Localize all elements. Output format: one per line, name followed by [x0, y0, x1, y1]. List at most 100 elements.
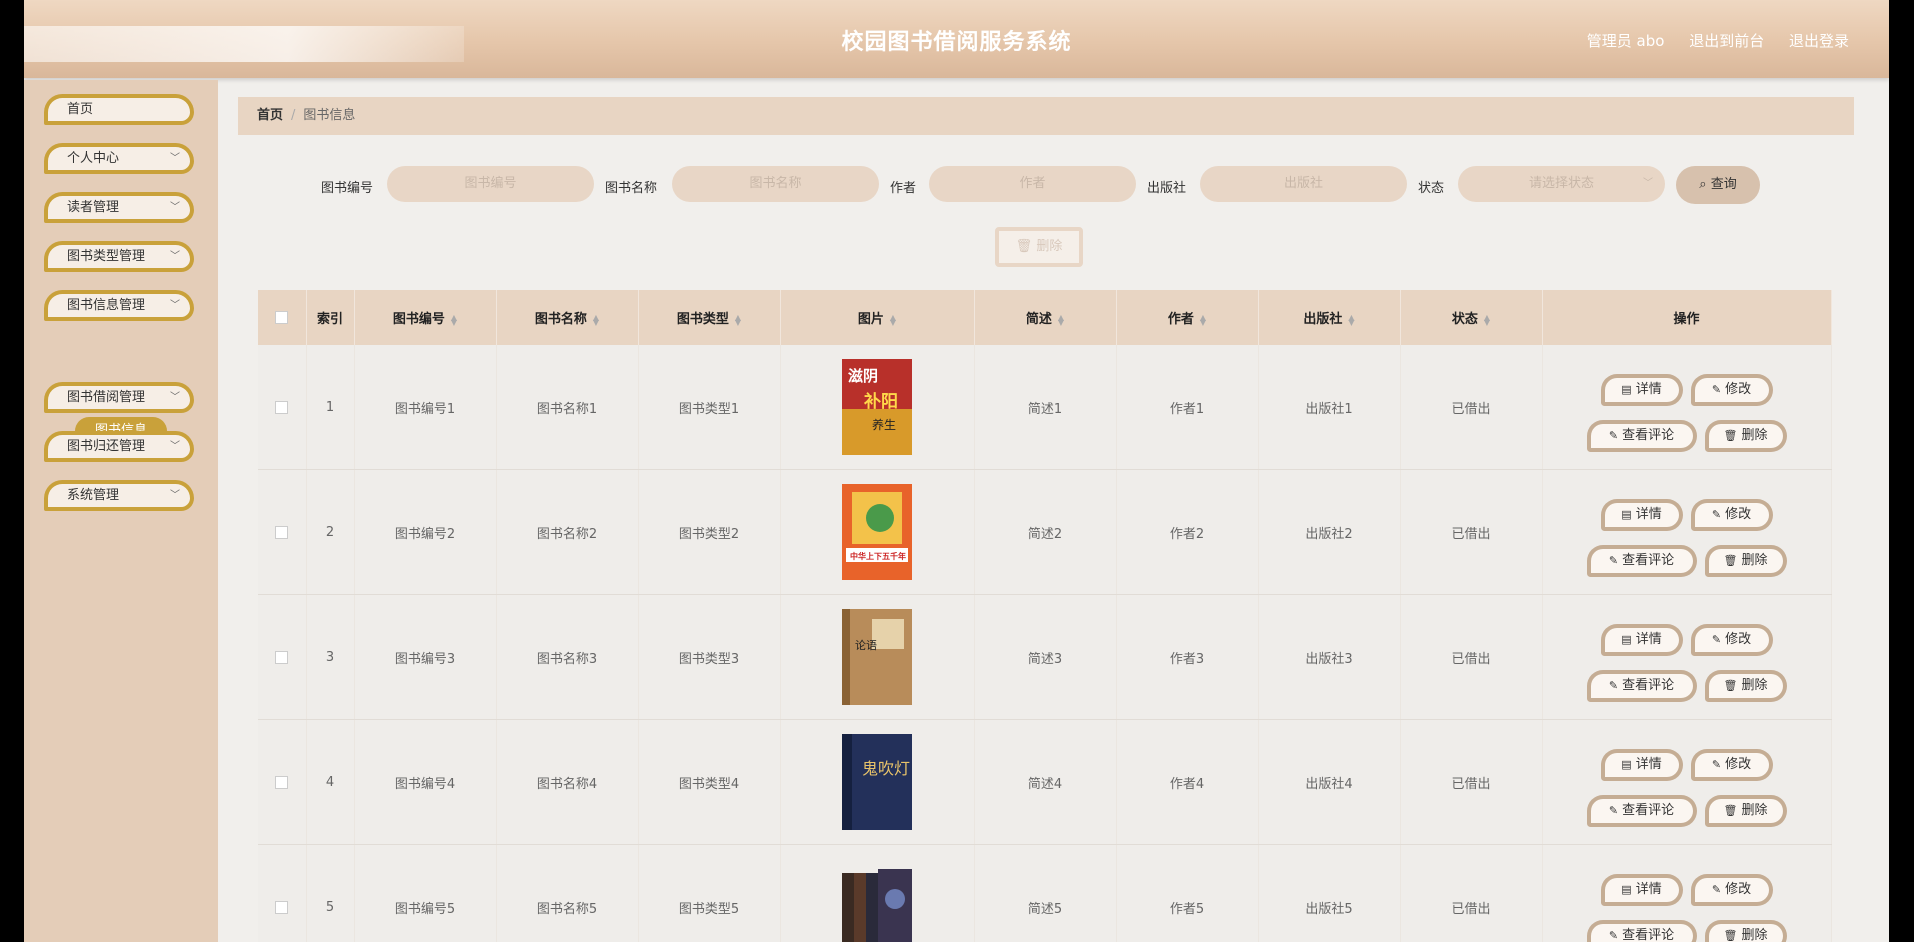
edit-button[interactable]: ✎ 修改 [1690, 374, 1773, 406]
book-cover-image[interactable]: 鬼吹灯 [842, 734, 912, 830]
document-icon: ▤ [1621, 883, 1632, 896]
row-checkbox[interactable] [275, 525, 289, 539]
trash-icon: 🗑 [1723, 804, 1738, 817]
header-actions: 管理员 abo 退出到前台 退出登录 [1567, 30, 1849, 51]
header-author[interactable]: 作者 ▲ ▼ [1116, 290, 1259, 345]
sidebar-item-label: 图书借阅管理 [67, 390, 146, 405]
sidebar-item-home[interactable]: 首页 [44, 94, 194, 125]
header-status[interactable]: 状态 ▲ ▼ [1400, 290, 1543, 345]
delete-button[interactable]: 🗑 删除 [1704, 545, 1787, 577]
view-comments-button[interactable]: ✎ 查看评论 [1586, 920, 1697, 942]
sort-icon[interactable]: ▲ ▼ [735, 313, 741, 326]
cell-description: 简述4 [974, 719, 1117, 845]
view-comments-label: 查看评论 [1622, 428, 1675, 443]
book-cover-image[interactable]: 论语 [842, 609, 912, 705]
sort-icon[interactable]: ▲ ▼ [1348, 313, 1354, 326]
trash-icon: 🗑 [1723, 429, 1738, 442]
cell-picture [780, 844, 975, 942]
sidebar-item-book-info-management[interactable]: 图书信息管理 ﹀ [44, 290, 194, 321]
sidebar-item-label: 首页 [67, 102, 94, 117]
book-cover-image[interactable] [842, 859, 912, 942]
trash-icon: 🗑 [1015, 239, 1033, 254]
sidebar-item-borrow-management[interactable]: 图书借阅管理 ﹀ [44, 382, 194, 413]
row-actions: ▤ 详情 ✎ 修改 ✎ 查看评论 🗑 删除 [1586, 862, 1787, 942]
sort-icon[interactable]: ▲ ▼ [890, 313, 896, 326]
cell-book-type: 图书类型3 [638, 594, 781, 720]
edit-button[interactable]: ✎ 修改 [1690, 749, 1773, 781]
detail-label: 详情 [1635, 757, 1662, 772]
row-actions: ▤ 详情 ✎ 修改 ✎ 查看评论 🗑 删除 [1586, 612, 1787, 702]
book-no-input[interactable]: 图书编号 [387, 166, 594, 202]
row-checkbox[interactable] [275, 650, 289, 664]
cover-text: 鬼吹灯 [862, 759, 910, 778]
sort-icon[interactable]: ▲ ▼ [1200, 313, 1206, 326]
header-book-type[interactable]: 图书类型 ▲ ▼ [638, 290, 781, 345]
row-checkbox[interactable] [275, 775, 289, 789]
author-input[interactable]: 作者 [929, 166, 1136, 202]
edit-label: 修改 [1725, 882, 1752, 897]
search-button[interactable]: ⌕ 查询 [1676, 166, 1760, 204]
edit-button[interactable]: ✎ 修改 [1690, 624, 1773, 656]
publisher-input[interactable]: 出版社 [1200, 166, 1407, 202]
back-to-front-link[interactable]: 退出到前台 [1689, 32, 1764, 50]
breadcrumb: 首页 / 图书信息 [238, 97, 1854, 135]
select-all-checkbox[interactable] [275, 311, 289, 324]
batch-delete-label: 删除 [1036, 239, 1063, 254]
delete-label: 删除 [1741, 803, 1768, 818]
status-select[interactable]: 请选择状态 ﹀ [1458, 166, 1665, 202]
header-description[interactable]: 简述 ▲ ▼ [974, 290, 1117, 345]
detail-button[interactable]: ▤ 详情 [1600, 374, 1683, 406]
detail-button[interactable]: ▤ 详情 [1600, 874, 1683, 906]
row-checkbox[interactable] [275, 400, 289, 414]
view-comments-button[interactable]: ✎ 查看评论 [1586, 545, 1697, 577]
detail-button[interactable]: ▤ 详情 [1600, 499, 1683, 531]
batch-delete-button[interactable]: 🗑 删除 [995, 227, 1083, 267]
book-cover-image[interactable]: 中华上下五千年 [842, 484, 912, 580]
detail-button[interactable]: ▤ 详情 [1600, 749, 1683, 781]
breadcrumb-home[interactable]: 首页 [257, 108, 283, 123]
cell-description: 简述2 [974, 469, 1117, 595]
header-book-no[interactable]: 图书编号 ▲ ▼ [354, 290, 497, 345]
cell-picture: 中华上下五千年 [780, 469, 975, 595]
detail-button[interactable]: ▤ 详情 [1600, 624, 1683, 656]
header-label: 状态 [1451, 312, 1478, 327]
sidebar-item-system-management[interactable]: 系统管理 ﹀ [44, 480, 194, 511]
view-comments-button[interactable]: ✎ 查看评论 [1586, 795, 1697, 827]
delete-button[interactable]: 🗑 删除 [1704, 670, 1787, 702]
sidebar-item-return-management[interactable]: 图书归还管理 ﹀ [44, 431, 194, 462]
pencil-icon: ✎ [1608, 679, 1619, 692]
top-header: 校园图书借阅服务系统 管理员 abo 退出到前台 退出登录 [24, 0, 1889, 78]
book-name-label: 图书名称 [605, 181, 658, 196]
header-picture[interactable]: 图片 ▲ ▼ [780, 290, 975, 345]
pencil-icon: ✎ [1711, 508, 1722, 521]
view-comments-button[interactable]: ✎ 查看评论 [1586, 670, 1697, 702]
delete-button[interactable]: 🗑 删除 [1704, 795, 1787, 827]
cell-book-type: 图书类型2 [638, 469, 781, 595]
view-comments-button[interactable]: ✎ 查看评论 [1586, 420, 1697, 452]
delete-label: 删除 [1741, 928, 1768, 942]
sort-icon[interactable]: ▲ ▼ [451, 313, 457, 326]
cell-publisher: 出版社4 [1258, 719, 1401, 845]
sort-icon[interactable]: ▲ ▼ [593, 313, 599, 326]
row-actions: ▤ 详情 ✎ 修改 ✎ 查看评论 🗑 删除 [1586, 737, 1787, 827]
sort-icon[interactable]: ▲ ▼ [1484, 313, 1490, 326]
logout-link[interactable]: 退出登录 [1789, 32, 1849, 50]
delete-button[interactable]: 🗑 删除 [1704, 920, 1787, 942]
book-cover-image[interactable]: 滋阴 补阳 养生 [842, 359, 912, 455]
delete-button[interactable]: 🗑 删除 [1704, 420, 1787, 452]
sidebar-item-personal-center[interactable]: 个人中心 ﹀ [44, 143, 194, 174]
book-name-input[interactable]: 图书名称 [672, 166, 879, 202]
header-book-name[interactable]: 图书名称 ▲ ▼ [496, 290, 639, 345]
sort-icon[interactable]: ▲ ▼ [1058, 313, 1064, 326]
sidebar-item-reader-management[interactable]: 读者管理 ﹀ [44, 192, 194, 223]
edit-button[interactable]: ✎ 修改 [1690, 499, 1773, 531]
cell-book-type: 图书类型5 [638, 844, 781, 942]
cover-text: 滋阴 [848, 367, 878, 385]
header-publisher[interactable]: 出版社 ▲ ▼ [1258, 290, 1401, 345]
edit-button[interactable]: ✎ 修改 [1690, 874, 1773, 906]
cover-text: 养生 [872, 417, 896, 432]
row-checkbox[interactable] [275, 900, 289, 914]
sidebar-item-book-type-management[interactable]: 图书类型管理 ﹀ [44, 241, 194, 272]
detail-label: 详情 [1635, 382, 1662, 397]
edit-label: 修改 [1725, 382, 1752, 397]
